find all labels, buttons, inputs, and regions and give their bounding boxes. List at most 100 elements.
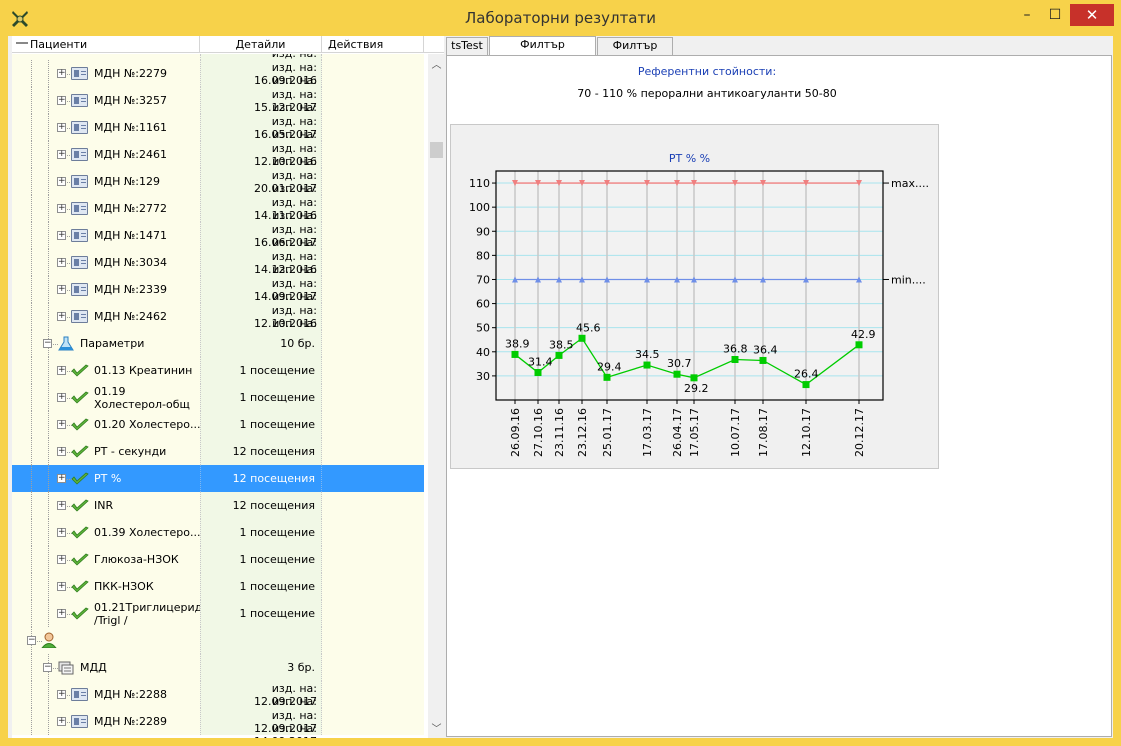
id-card-icon [71, 148, 88, 161]
tree-row-parameter[interactable]: + ПКК-НЗОК 1 посещение [12, 573, 424, 600]
collapse-icon[interactable]: − [27, 636, 36, 645]
tree-row-mdn[interactable]: +МДН №:2339изд. на: 14.09.2017изп. на: 1… [12, 276, 424, 316]
tree-row-mdn[interactable]: +МДН №:1471изд. на: 16.06.2017изп. на: 1… [12, 222, 424, 262]
tab-tstest[interactable]: tsTest [446, 37, 488, 55]
expand-icon[interactable]: + [57, 177, 66, 186]
check-icon [71, 418, 89, 431]
expand-icon[interactable]: + [57, 285, 66, 294]
tree-row-parameter[interactable]: + Глюкоза-НЗОК 1 посещение [12, 546, 424, 573]
tree-row-mdn[interactable]: +МДН №:3034изд. на: 14.12.2016изп. на: 2… [12, 249, 424, 289]
x-tick-label: 17.08.17 [757, 408, 770, 457]
expand-icon[interactable]: + [57, 528, 66, 537]
expand-icon[interactable]: + [57, 447, 66, 456]
tree-row-parameter[interactable]: + INR 12 посещения [12, 492, 424, 519]
pt-series-point [690, 374, 698, 382]
expand-icon[interactable]: + [57, 555, 66, 564]
x-tick-label: 23.12.16 [576, 408, 589, 457]
pt-series-point [731, 356, 739, 364]
tree-row-mdn[interactable]: +МДН №:129изд. на: 20.01.2017изп. на: 25… [12, 168, 424, 208]
expand-icon[interactable]: + [57, 204, 66, 213]
tab-filter-patients[interactable]: Филтър ПАЦИЕНТИ [489, 36, 596, 67]
visit-count: 1 посещение [239, 580, 315, 593]
tree-row-label: МДН №:2288 [94, 688, 167, 701]
tree-row-mdn[interactable]: +МДН №:2462изд. на: 12.10.2016изп. на: 2… [12, 303, 424, 343]
y-tick-label: 70 [476, 273, 490, 286]
tree-row-label: 01.21Триглицериди /Trigl / [94, 601, 210, 627]
tree-row-parameter[interactable]: + PT - секунди 12 посещения [12, 438, 424, 465]
pt-series-point [759, 356, 767, 364]
x-tick-label: 25.01.17 [601, 408, 614, 457]
close-button[interactable]: ✕ [1070, 4, 1114, 26]
tree-row-mdn[interactable]: +МДН №:3257изд. на: 15.12.2017изп. на: 2… [12, 87, 424, 127]
tree-row-label: МДН №:2462 [94, 310, 167, 323]
check-icon [71, 526, 89, 539]
visit-count: 3 бр. [287, 661, 315, 674]
tree-row-parameter[interactable]: +01.13 Креатинин 1 посещение [12, 357, 424, 384]
data-label: 30.7 [667, 357, 692, 370]
column-header-actions[interactable]: Действия [322, 36, 424, 53]
tree-row-mdn[interactable]: +МДН №:2461изд. на: 12.10.2016изп. на: 2… [12, 141, 424, 181]
scroll-thumb[interactable] [430, 142, 443, 158]
tree-row-mdn[interactable]: +МДН №:2288изд. на: 12.09.2017изп. на: 1… [12, 681, 424, 721]
tree-row-group[interactable]: − МДД 3 бр. [12, 654, 424, 681]
y-tick-label: 30 [476, 370, 490, 383]
column-header-patients[interactable]: Пациенти [12, 36, 200, 53]
tree-row-patient[interactable]: − [12, 627, 424, 654]
tab-page: Референтни стойности: 70 - 110 % перорал… [446, 55, 1112, 737]
expand-icon[interactable]: + [57, 690, 66, 699]
tree-row-parameter[interactable]: +01.20 Холестеро... 1 посещение [12, 411, 424, 438]
expand-icon[interactable]: + [57, 123, 66, 132]
scroll-up-icon[interactable]: ︿ [428, 56, 445, 71]
tree-row-mdn[interactable]: +МДН №:1161изд. на: 16.05.2017изп. на: 1… [12, 114, 424, 154]
expand-icon[interactable]: + [57, 474, 66, 483]
min-label: min.... [891, 273, 926, 286]
pt-series-point [802, 381, 810, 389]
tree-row-parameter[interactable]: + PT % 12 посещения [12, 465, 424, 492]
expand-icon[interactable]: + [57, 609, 66, 618]
scroll-down-icon[interactable]: ﹀ [428, 720, 445, 735]
tree-row-mdn[interactable]: +МДН №:2279изд. на: 16.09.2016изп. на: 2… [12, 60, 424, 100]
expand-icon[interactable]: + [57, 150, 66, 159]
expand-icon[interactable]: + [57, 717, 66, 726]
tree-scrollbar[interactable]: ︿ ﹀ [428, 54, 445, 738]
tree-row-label: МДН №:2461 [94, 148, 167, 161]
x-tick-label: 20.12.17 [853, 408, 866, 457]
expand-icon[interactable]: + [57, 420, 66, 429]
collapse-icon[interactable]: − [43, 663, 52, 672]
maximize-button[interactable]: ☐ [1042, 4, 1068, 26]
visit-count: 1 посещение [239, 418, 315, 431]
id-card-icon [71, 310, 88, 323]
y-tick-label: 80 [476, 249, 490, 262]
tree-row-group[interactable]: − Параметри 10 бр. [12, 330, 424, 357]
tree-row-label: МДН №:2339 [94, 283, 167, 296]
data-label: 26.4 [794, 368, 819, 381]
tree-row-mdn[interactable]: +МДН №:2289изд. на: 12.09.2017изп. на: 1… [12, 708, 424, 738]
y-tick-label: 110 [469, 177, 490, 190]
visit-count: 1 посещение [239, 553, 315, 566]
id-card-icon [71, 175, 88, 188]
x-tick-label: 23.11.16 [553, 408, 566, 457]
expand-icon[interactable]: + [57, 393, 66, 402]
expand-icon[interactable]: + [57, 69, 66, 78]
tree-row-label: Параметри [80, 337, 145, 350]
tab-filter-mdn[interactable]: Филтър МДН [597, 37, 673, 68]
expand-icon[interactable]: + [57, 258, 66, 267]
tree-row-parameter[interactable]: +01.19 Холестерол-общ / Total Chol./1 по… [12, 384, 424, 424]
minimize-button[interactable]: – [1014, 4, 1040, 26]
expand-icon[interactable]: + [57, 582, 66, 591]
visit-count: 12 посещения [232, 499, 315, 512]
expand-icon[interactable]: + [57, 366, 66, 375]
id-card-icon [71, 256, 88, 269]
tree-row-label: PT - секунди [94, 445, 167, 458]
expand-icon[interactable]: + [57, 501, 66, 510]
collapse-icon[interactable]: − [43, 339, 52, 348]
expand-icon[interactable]: + [57, 231, 66, 240]
expand-icon[interactable]: + [57, 96, 66, 105]
expand-icon[interactable]: + [57, 312, 66, 321]
column-header-details[interactable]: Детайли [200, 36, 322, 53]
tree-row-parameter[interactable]: +01.39 Холестеро... 1 посещение [12, 519, 424, 546]
tree-row-parameter[interactable]: +01.21Триглицериди /Trigl / 1 посещение [12, 600, 424, 627]
tree-row-label: МДД [80, 661, 107, 674]
documents-icon [58, 661, 74, 675]
tree-row-mdn[interactable]: +МДН №:2772изд. на: 14.11.2016изп. на: 2… [12, 195, 424, 235]
